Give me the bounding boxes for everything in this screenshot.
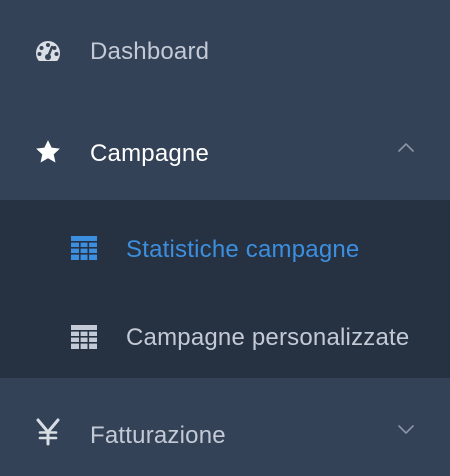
grid-table-icon	[71, 235, 97, 261]
submenu-item-label: Campagne personalizzate	[126, 324, 410, 351]
sidebar-menu: Dashboard Campagne Statistiche campagne …	[0, 0, 450, 476]
grid-table-icon	[71, 324, 97, 350]
sidebar-item-label: Campagne	[90, 140, 210, 167]
dashboard-gauge-icon	[33, 36, 63, 66]
submenu-item-label: Statistiche campagne	[126, 236, 360, 263]
sidebar-item-label: Dashboard	[90, 38, 210, 65]
sidebar-item-campagne[interactable]: Campagne	[0, 122, 450, 182]
star-icon	[33, 137, 63, 167]
sidebar-item-label: Fatturazione	[90, 422, 226, 449]
yen-icon	[33, 417, 63, 447]
submenu-campagne: Statistiche campagne Campagne personaliz…	[0, 200, 450, 378]
chevron-up-icon[interactable]	[397, 138, 415, 156]
submenu-item-statistiche-campagne[interactable]: Statistiche campagne	[0, 218, 450, 278]
sidebar-item-fatturazione[interactable]: Fatturazione	[0, 404, 450, 464]
chevron-down-icon[interactable]	[397, 420, 415, 438]
submenu-item-campagne-personalizzate[interactable]: Campagne personalizzate	[0, 308, 450, 368]
sidebar-item-dashboard[interactable]: Dashboard	[0, 22, 450, 82]
